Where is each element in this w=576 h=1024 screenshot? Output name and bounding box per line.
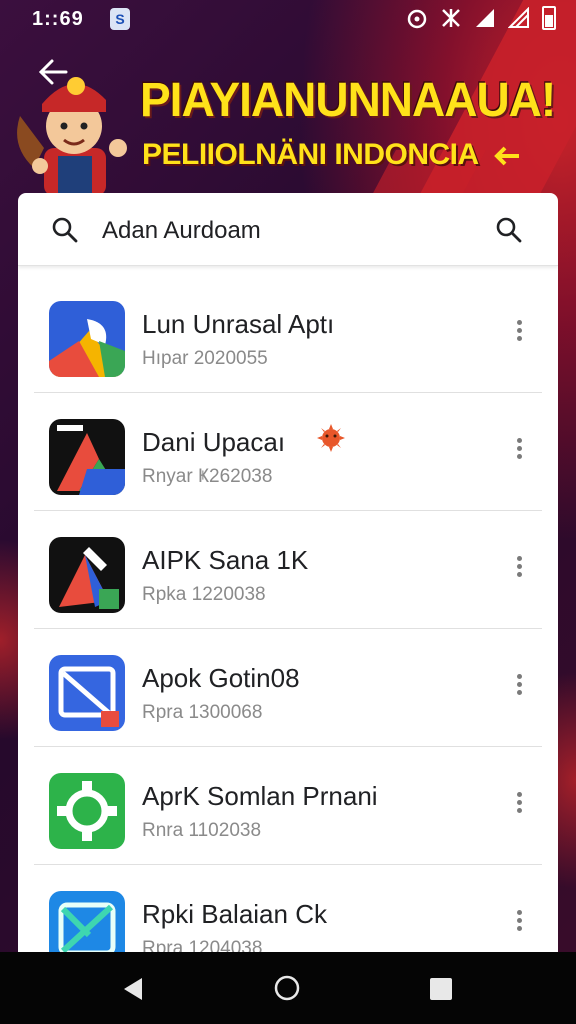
search-submit-icon[interactable]: [496, 217, 522, 243]
green-gear-icon: [49, 773, 125, 849]
black-shape-icon: [49, 537, 125, 613]
app-subtitle: Hıpar 2020055: [142, 348, 268, 369]
arrow-icon: [494, 146, 520, 166]
more-vert-icon[interactable]: [514, 789, 524, 819]
app-subtitle: Rpka 1220038: [142, 584, 266, 605]
list-item[interactable]: AprK Somlan Prnani Rnra 1102038: [34, 747, 542, 865]
dark-triangle-icon: [49, 419, 125, 495]
notification-icon: S: [110, 8, 130, 30]
nav-back-icon[interactable]: [120, 976, 146, 1002]
more-vert-icon[interactable]: [514, 435, 524, 465]
list-item[interactable]: AIPK Sana 1K Rpka 1220038: [34, 511, 542, 629]
banner-subtitle: PELIIOLNÄNI INDONCIA: [142, 138, 562, 172]
app-name: AIPK Sana 1K: [142, 545, 309, 575]
no-sim-icon: [508, 7, 529, 28]
app-name: Rpki Balaian Ck: [142, 899, 327, 929]
search-icon[interactable]: [52, 217, 78, 243]
app-name: Lun Unrasal Aptı: [142, 309, 335, 339]
signal-scramble-icon: [442, 9, 460, 27]
list-item[interactable]: Lun Unrasal Aptı Hıpar 2020055: [34, 275, 542, 393]
banner-title: PIAYIANUNNAAUA!: [140, 71, 556, 127]
search-bar[interactable]: Adan Aurdoam: [18, 193, 558, 266]
app-subtitle: Rnyar Ҝ262038: [142, 466, 273, 487]
blue-frame-icon: [49, 655, 125, 731]
list-item[interactable]: Rpki Balaian Ck Rpra 1204038: [34, 865, 542, 963]
app-list-panel: Adan Aurdoam Lun Unrasal Aptı Hıpar 2020…: [18, 193, 558, 963]
more-vert-icon[interactable]: [514, 317, 524, 347]
status-icons: [406, 6, 556, 30]
more-vert-icon[interactable]: [514, 671, 524, 701]
app-subtitle: Rpra 1300068: [142, 702, 263, 723]
sun-badge-icon: [317, 424, 345, 452]
app-name: Apok Gotin08: [142, 663, 300, 693]
nav-home-icon[interactable]: [273, 974, 301, 1002]
list-item[interactable]: Apok Gotin08 Rpra 1300068: [34, 629, 542, 747]
blue-shape-icon: [49, 301, 125, 377]
battery-icon: [542, 6, 556, 30]
status-time: 1::69: [32, 8, 84, 30]
nav-recent-apps-icon[interactable]: [430, 978, 452, 1000]
app-subtitle: Rnra 1102038: [142, 820, 262, 841]
more-vert-icon[interactable]: [514, 553, 524, 583]
app-name: AprK Somlan Prnani: [142, 781, 378, 811]
banner-subtitle-text: PELIIOLNÄNI INDONCIA: [142, 138, 478, 171]
cell-signal-icon: [476, 9, 494, 27]
list-item[interactable]: Dani Upacaı Rnyar Ҝ262038: [34, 393, 542, 511]
more-vert-icon[interactable]: [514, 907, 524, 937]
search-input[interactable]: Adan Aurdoam: [102, 217, 261, 245]
status-bar: 1::69 S: [0, 0, 576, 40]
mascot-character: [17, 77, 127, 196]
app-name: Dani Upacaı: [142, 427, 286, 457]
app-list: Lun Unrasal Aptı Hıpar 2020055 Dani Upac…: [34, 275, 542, 963]
alarm-icon: [407, 9, 427, 29]
